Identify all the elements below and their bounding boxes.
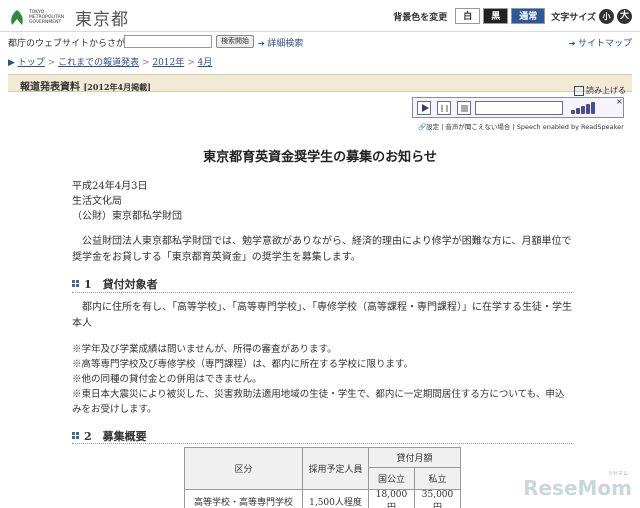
- th-public: 国公立: [368, 467, 415, 490]
- read-aloud-label: 読み上げる: [586, 86, 626, 95]
- read-aloud-link[interactable]: 読み上げる: [574, 85, 626, 96]
- th-category: 区分: [184, 447, 303, 490]
- article-org-1: 生活文化局: [72, 196, 122, 207]
- triangle-right-icon: ▶: [8, 58, 18, 68]
- advanced-search-label: 詳細検索: [267, 39, 304, 49]
- readspeaker-player: ×: [412, 97, 624, 118]
- note-item: ※東日本大震災により被災した、災害救助法適用地域の生徒・学生で、都内に一定期間居…: [72, 389, 565, 415]
- section-sub: [2012年4月掲載]: [83, 82, 151, 92]
- breadcrumb-year[interactable]: 2012年: [152, 58, 184, 68]
- player-links-text: 設定 | 音声が聞こえない場合 | Speech enabled by Read…: [426, 123, 624, 131]
- player-close-button[interactable]: ×: [616, 97, 623, 106]
- breadcrumb-month[interactable]: 4月: [198, 58, 213, 68]
- eligibility-text: 都内に住所を有し、「高等学校」、「高等専門学校」、「専修学校（高等課程・専門課程…: [72, 302, 572, 329]
- th-planned: 採用予定人員: [302, 447, 369, 490]
- heading-overview-text: 2 募集概要: [84, 430, 147, 443]
- tokyo-logo[interactable]: TOKYO METROPOLITAN GOVERNMENT 東京都: [8, 5, 129, 30]
- settings-icon: 🔗: [418, 123, 427, 131]
- note-item: ※他の同種の貸付金との併用はできません。: [72, 374, 262, 385]
- pause-icon: [441, 105, 448, 112]
- search-input[interactable]: [124, 35, 212, 48]
- bg-normal-button[interactable]: 通常: [511, 8, 546, 24]
- cell-category: 高等学校・高等専門学校: [184, 489, 303, 508]
- arrow-right-icon: ➔: [258, 39, 268, 48]
- progress-bar[interactable]: [475, 101, 563, 115]
- text-size-label: 文字サイズ: [551, 12, 596, 23]
- play-icon: [422, 104, 429, 112]
- loan-table: 区分 採用予定人員 貸付月額 国公立 私立 高等学校・高等専門学校 1,500人…: [184, 447, 461, 508]
- pause-button[interactable]: [437, 101, 451, 115]
- article-intro: 公益財団法人東京都私学財団では、勉学意欲がありながら、経済的理由により修学が困難…: [72, 236, 572, 263]
- speaker-icon: [574, 85, 584, 96]
- text-size-small-button[interactable]: 小: [599, 8, 614, 24]
- watermark-text: ReseMom: [523, 476, 632, 500]
- breadcrumb-press-archive[interactable]: これまでの報道発表: [58, 58, 139, 68]
- divider: [72, 443, 572, 444]
- breadcrumb-separator: >: [44, 58, 59, 68]
- arrow-right-icon: ➔: [568, 39, 578, 48]
- site-header: TOKYO METROPOLITAN GOVERNMENT 東京都 背景色を変更…: [0, 0, 640, 32]
- heading-overview: 2 募集概要: [72, 428, 147, 444]
- heading-eligibility-text: 1 貸付対象者: [84, 278, 158, 291]
- breadcrumb-separator: >: [184, 58, 198, 68]
- section-header: 報道発表資料 [2012年4月掲載]: [8, 74, 632, 93]
- volume-control[interactable]: [571, 102, 596, 114]
- table-row: 高等学校・高等専門学校 1,500人程度 18,000円 35,000円: [184, 489, 461, 508]
- player-links[interactable]: 🔗設定 | 音声が聞こえない場合 | Speech enabled by Rea…: [418, 121, 624, 131]
- note-item: ※高等専門学校及び専修学校（専門課程）は、都内に所在する学校に限ります。: [72, 359, 414, 370]
- sitemap-label: サイトマップ: [577, 39, 632, 49]
- text-size-large-button[interactable]: 大: [617, 8, 632, 24]
- search-label: 都庁のウェブサイトからさがす: [8, 39, 135, 49]
- breadcrumb-top[interactable]: トップ: [18, 58, 45, 68]
- tokyo-emblem-icon: [11, 9, 23, 25]
- stop-button[interactable]: [457, 101, 471, 115]
- cell-planned: 1,500人程度: [302, 489, 369, 508]
- advanced-search-link[interactable]: ➔ 詳細検索: [258, 36, 303, 49]
- article-title: 東京都育英資金奨学生の募集のお知らせ: [203, 150, 437, 165]
- bg-white-button[interactable]: 白: [455, 8, 481, 24]
- bg-black-button[interactable]: 黒: [483, 8, 509, 24]
- article-date: 平成24年4月3日: [72, 181, 148, 192]
- sitemap-link[interactable]: ➔ サイトマップ: [569, 36, 632, 49]
- logo-english-text: TOKYO METROPOLITAN GOVERNMENT: [29, 10, 65, 25]
- search-row: 都庁のウェブサイトからさがす 検索開始 ➔ 詳細検索 ➔ サイトマップ: [0, 34, 640, 50]
- heading-eligibility: 1 貸付対象者: [72, 276, 158, 292]
- article-meta: 平成24年4月3日 生活文化局 （公財）東京都私学財団: [72, 179, 182, 224]
- bullet-dots-icon: [72, 432, 80, 440]
- search-button[interactable]: 検索開始: [216, 35, 254, 48]
- notes-list: ※学年及び学業成績は問いませんが、所得の審査があります。 ※高等専門学校及び専修…: [72, 342, 572, 417]
- play-button[interactable]: [417, 101, 431, 115]
- logo-japanese-text: 東京都: [75, 10, 129, 30]
- stop-icon: [461, 105, 468, 112]
- bg-color-label: 背景色を変更: [393, 12, 448, 23]
- breadcrumb-separator: >: [139, 58, 153, 68]
- th-private: 私立: [414, 467, 461, 490]
- cell-private: 35,000円: [414, 489, 461, 508]
- resemom-watermark: リセマム ReseMom: [523, 471, 632, 500]
- note-item: ※学年及び学業成績は問いませんが、所得の審査があります。: [72, 344, 337, 355]
- article-org-2: （公財）東京都私学財団: [72, 211, 182, 222]
- cell-public: 18,000円: [368, 489, 415, 508]
- th-monthly: 貸付月額: [368, 447, 461, 468]
- watermark-sub: リセマム: [607, 471, 628, 477]
- section-title: 報道発表資料: [20, 82, 80, 93]
- divider: [72, 292, 572, 293]
- breadcrumb: ▶ トップ > これまでの報道発表 > 2012年 > 4月: [8, 55, 212, 68]
- bullet-dots-icon: [72, 280, 80, 288]
